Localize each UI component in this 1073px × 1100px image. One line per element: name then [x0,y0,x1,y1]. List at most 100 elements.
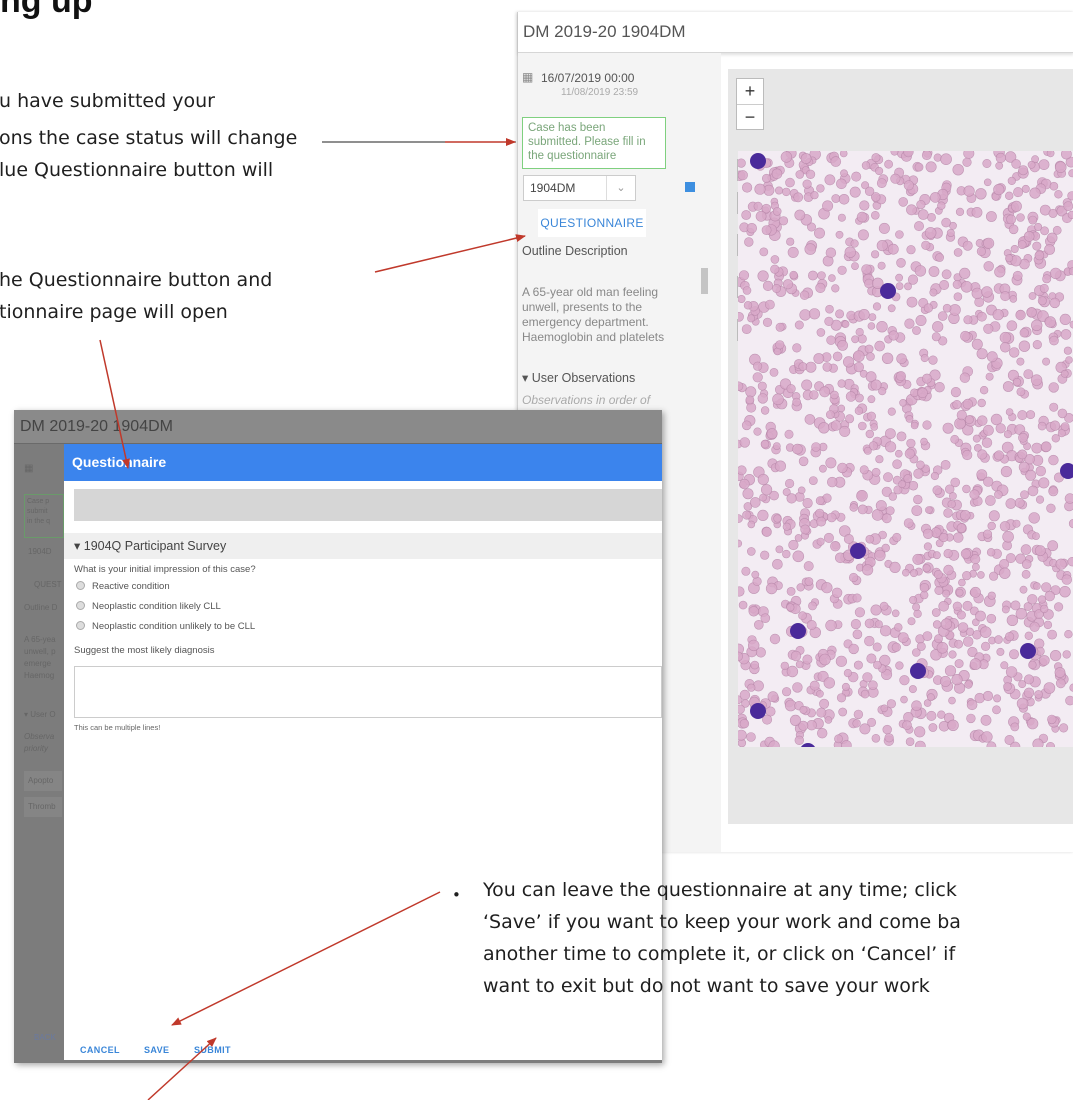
calendar-icon: ▦ [522,70,534,84]
background-back-button: BACK [34,1033,56,1042]
red-blood-cell [875,500,887,512]
red-blood-cell [1027,160,1036,169]
red-blood-cell [860,689,870,699]
red-blood-cell [1035,465,1046,477]
red-blood-cell [881,352,894,365]
red-blood-cell [977,571,985,579]
red-blood-cell [995,423,1006,434]
red-blood-cell [838,707,848,717]
red-blood-cell [964,415,974,425]
red-blood-cell [816,184,825,193]
red-blood-cell [916,199,926,210]
red-blood-cell [792,443,803,455]
red-blood-cell [770,264,780,274]
red-blood-cell [1032,738,1044,747]
red-blood-cell [914,221,925,232]
option-unlikely-cll[interactable]: Neoplastic condition unlikely to be CLL [76,621,255,632]
red-blood-cell [896,371,907,382]
red-blood-cell [934,382,945,393]
red-blood-cell [983,323,994,334]
diagnosis-textarea[interactable] [74,666,662,718]
survey-section-toggle[interactable]: ▾ 1904Q Participant Survey [64,533,662,559]
background-text: unwell, p [24,647,56,656]
white-blood-cell [850,543,866,559]
zoom-out-button[interactable]: − [737,104,763,130]
save-button[interactable]: SAVE [144,1045,169,1055]
scrollbar-thumb[interactable] [701,268,708,294]
red-blood-cell [815,282,826,293]
user-observations-toggle[interactable]: ▾ User Observations [522,370,635,385]
option-likely-cll[interactable]: Neoplastic condition likely CLL [76,601,221,612]
red-blood-cell [1015,608,1027,620]
red-blood-cell [822,200,834,212]
radio-button[interactable] [76,581,85,590]
radio-button[interactable] [76,601,85,610]
red-blood-cell [831,194,841,203]
red-blood-cell [962,449,973,461]
calendar-icon: ▦ [24,463,34,474]
red-blood-cell [989,571,999,581]
red-blood-cell [929,288,938,297]
red-blood-cell [746,402,757,413]
red-blood-cell [930,471,939,481]
red-blood-cell [994,266,1006,278]
red-blood-cell [795,170,805,179]
case-select[interactable]: 1904DM ⌄ [523,175,636,201]
red-blood-cell [747,314,756,323]
red-blood-cell [824,174,836,186]
red-blood-cell [905,737,915,747]
option-reactive[interactable]: Reactive condition [76,581,170,592]
red-blood-cell [1049,181,1059,191]
red-blood-cell [896,353,907,364]
red-blood-cell [786,237,795,246]
red-blood-cell [804,243,817,255]
red-blood-cell [782,279,794,290]
red-blood-cell [962,240,973,251]
red-blood-cell [876,178,887,188]
red-blood-cell [1054,190,1063,199]
edit-icon[interactable] [685,182,695,192]
red-blood-cell [1015,309,1026,321]
red-blood-cell [1062,650,1071,659]
red-blood-cell [760,550,770,560]
red-blood-cell [843,533,854,544]
red-blood-cell [789,270,798,280]
red-blood-cell [932,485,943,496]
red-blood-cell [895,449,903,458]
red-blood-cell [934,585,944,595]
zoom-in-button[interactable]: + [737,79,763,104]
red-blood-cell [952,400,962,410]
red-blood-cell [1032,241,1042,251]
modal-banner [74,489,662,521]
red-blood-cell [816,537,825,546]
radio-button[interactable] [76,621,85,630]
red-blood-cell [956,523,967,533]
questionnaire-button[interactable]: QUESTIONNAIRE [538,209,646,237]
red-blood-cell [999,567,1011,579]
red-blood-cell [862,564,874,576]
red-blood-cell [892,459,902,470]
red-blood-cell [747,639,760,652]
red-blood-cell [794,320,804,330]
red-blood-cell [838,193,850,205]
red-blood-cell [1034,250,1045,261]
red-blood-cell [837,265,847,275]
slide-viewer[interactable]: + − 4x 10x 20x 40x 60x [728,69,1073,824]
red-blood-cell [786,493,797,504]
red-blood-cell [959,267,971,279]
red-blood-cell [867,322,876,330]
red-blood-cell [1019,328,1029,338]
cancel-button[interactable]: CANCEL [80,1045,120,1055]
red-blood-cell [979,386,989,395]
red-blood-cell [760,613,771,624]
red-blood-cell [887,304,896,313]
red-blood-cell [837,339,848,351]
red-blood-cell [922,373,933,384]
red-blood-cell [825,304,834,314]
red-blood-cell [994,635,1003,644]
red-blood-cell [895,661,904,670]
red-blood-cell [1048,382,1059,393]
red-blood-cell [941,269,952,280]
submit-button[interactable]: SUBMIT [194,1045,231,1055]
red-blood-cell [738,600,748,610]
